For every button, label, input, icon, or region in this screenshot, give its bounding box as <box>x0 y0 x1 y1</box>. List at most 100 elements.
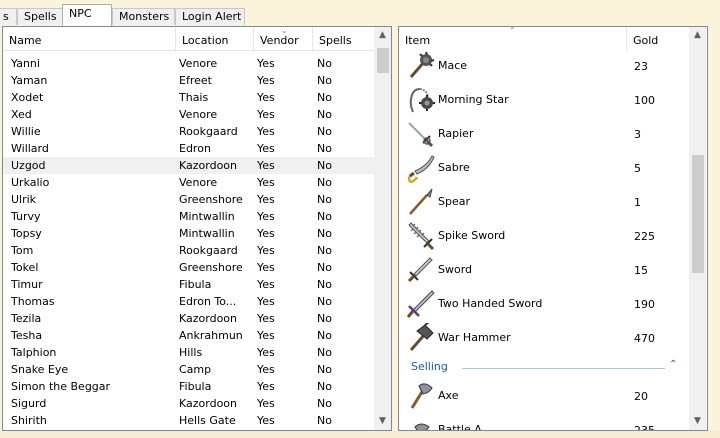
table-row[interactable]: Tokel Greenshore Yes No <box>3 259 374 276</box>
list-item[interactable]: Morning Star 100 <box>399 83 689 117</box>
scroll-down-arrow-icon[interactable]: ▼ <box>689 413 706 430</box>
list-item[interactable]: Two Handed Sword 190 <box>399 287 689 321</box>
vendor-items-panel: Item ⌃ Gold Mace 23 Morning Star 100 Rapier 3… <box>398 26 708 431</box>
table-row[interactable]: Snake Eye Camp Yes No <box>3 361 374 378</box>
item-name: Sword <box>438 263 473 276</box>
sort-ascending-icon: ⌃ <box>509 26 516 35</box>
list-item[interactable]: Battle A... 235 <box>399 413 689 430</box>
list-item[interactable]: Rapier 3 <box>399 117 689 151</box>
npc-name-cell: Urkalio <box>11 176 50 189</box>
list-item[interactable]: War Hammer 470 <box>399 321 689 355</box>
table-row[interactable]: Simon the Beggar Fibula Yes No <box>3 378 374 395</box>
list-item[interactable]: Axe 20 <box>399 379 689 413</box>
table-row[interactable]: Talphion Hills Yes No <box>3 344 374 361</box>
table-row[interactable]: Sigurd Kazordoon Yes No <box>3 395 374 412</box>
column-header-name[interactable]: Name <box>3 27 176 51</box>
tab-label: Monsters <box>119 10 170 23</box>
npc-spells-cell: No <box>317 363 332 376</box>
sort-descending-icon: ⌄ <box>281 26 288 35</box>
item-vertical-scrollbar[interactable]: ▲ ▼ <box>689 27 706 430</box>
table-row[interactable]: Yaman Efreet Yes No <box>3 72 374 89</box>
npc-vendor-cell: Yes <box>257 176 275 189</box>
npc-spells-cell: No <box>317 414 332 427</box>
npc-name-cell: Sigurd <box>11 397 47 410</box>
column-header-spells[interactable]: Spells <box>313 27 374 51</box>
column-header-gold[interactable]: Gold <box>627 27 689 51</box>
table-row[interactable]: Topsy Mintwallin Yes No <box>3 225 374 242</box>
table-row[interactable]: Xodet Thais Yes No <box>3 89 374 106</box>
item-name: Two Handed Sword <box>438 297 543 310</box>
collapse-chevron-icon[interactable]: ⌃ <box>669 359 677 370</box>
npc-table-header: Name Location Vendor ⌄ Spells <box>3 27 374 51</box>
table-row[interactable]: Willie Rookgaard Yes No <box>3 123 374 140</box>
npc-vendor-cell: Yes <box>257 244 275 257</box>
table-row[interactable]: Ulrik Greenshore Yes No <box>3 191 374 208</box>
column-header-vendor[interactable]: Vendor ⌄ <box>254 27 313 51</box>
list-item[interactable]: Sword 15 <box>399 253 689 287</box>
table-row[interactable]: Yanni Venore Yes No <box>3 55 374 72</box>
item-name: Rapier <box>438 127 474 140</box>
table-row[interactable]: Thomas Edron To... Yes No <box>3 293 374 310</box>
npc-name-cell: Ulrik <box>11 193 37 206</box>
npc-name-cell: Tokel <box>11 261 39 274</box>
npc-spells-cell: No <box>317 278 332 291</box>
tab-login-alert[interactable]: Login Alert <box>175 8 245 25</box>
npc-spells-cell: No <box>317 74 332 87</box>
tab-monsters[interactable]: Monsters <box>112 8 175 25</box>
table-row[interactable]: Uzgod Kazordoon Yes No <box>3 157 374 174</box>
npc-location-cell: Mintwallin <box>179 227 235 240</box>
tab-spells[interactable]: Spells <box>17 8 63 25</box>
npc-location-cell: Mintwallin <box>179 210 235 223</box>
list-item[interactable]: Spike Sword 225 <box>399 219 689 253</box>
npc-spells-cell: No <box>317 176 332 189</box>
npc-spells-cell: No <box>317 142 332 155</box>
tab-partial[interactable]: s <box>0 8 17 25</box>
column-label: Vendor <box>260 34 299 47</box>
table-row[interactable]: Xed Venore Yes No <box>3 106 374 123</box>
column-header-item[interactable]: Item ⌃ <box>399 27 627 51</box>
tab-npc[interactable]: NPC <box>62 4 112 26</box>
npc-name-cell: Tezila <box>11 312 42 325</box>
table-row[interactable]: Tom Rookgaard Yes No <box>3 242 374 259</box>
item-name: Mace <box>438 59 468 72</box>
npc-vendor-cell: Yes <box>257 74 275 87</box>
column-label: Location <box>182 34 229 47</box>
npc-name-cell: Uzgod <box>11 159 46 172</box>
table-row[interactable]: Timur Fibula Yes No <box>3 276 374 293</box>
table-row[interactable]: Urkalio Venore Yes No <box>3 174 374 191</box>
column-header-location[interactable]: Location <box>176 27 254 51</box>
npc-name-cell: Simon the Beggar <box>11 380 111 393</box>
list-item[interactable]: Sabre 5 <box>399 151 689 185</box>
scroll-down-arrow-icon[interactable]: ▼ <box>374 413 391 430</box>
mace-icon <box>405 51 435 81</box>
table-row[interactable]: Tezila Kazordoon Yes No <box>3 310 374 327</box>
list-item[interactable]: Mace 23 <box>399 49 689 83</box>
scrollbar-thumb[interactable] <box>692 155 704 273</box>
table-row[interactable]: Tesha Ankrahmun Yes No <box>3 327 374 344</box>
scroll-up-arrow-icon[interactable]: ▲ <box>689 27 706 44</box>
npc-spells-cell: No <box>317 91 332 104</box>
npc-vendor-cell: Yes <box>257 57 275 70</box>
scrollbar-thumb[interactable] <box>377 48 389 73</box>
status-strip <box>0 431 720 438</box>
npc-location-cell: Greenshore <box>179 193 243 206</box>
npc-list-panel: Name Location Vendor ⌄ Spells Yanni Venor… <box>2 26 392 431</box>
table-row[interactable]: Willard Edron Yes No <box>3 140 374 157</box>
table-row[interactable]: Shirith Hells Gate Yes No <box>3 412 374 429</box>
npc-name-cell: Xed <box>11 108 32 121</box>
morning-star-icon <box>405 85 435 115</box>
npc-vendor-cell: Yes <box>257 142 275 155</box>
npc-name-cell: Tom <box>11 244 34 257</box>
npc-vendor-cell: Yes <box>257 261 275 274</box>
table-row[interactable]: Turvy Mintwallin Yes No <box>3 208 374 225</box>
npc-vendor-cell: Yes <box>257 329 275 342</box>
list-item[interactable]: Spear 1 <box>399 185 689 219</box>
item-name: Spike Sword <box>438 229 506 242</box>
npc-name-cell: Willie <box>11 125 41 138</box>
item-gold: 470 <box>634 332 655 345</box>
npc-name-cell: Talphion <box>11 346 57 359</box>
npc-vertical-scrollbar[interactable]: ▲ ▼ <box>374 27 391 430</box>
section-label: Selling <box>411 360 448 373</box>
scroll-up-arrow-icon[interactable]: ▲ <box>374 27 391 44</box>
selling-section-header[interactable]: Selling ⌃ <box>411 359 683 376</box>
